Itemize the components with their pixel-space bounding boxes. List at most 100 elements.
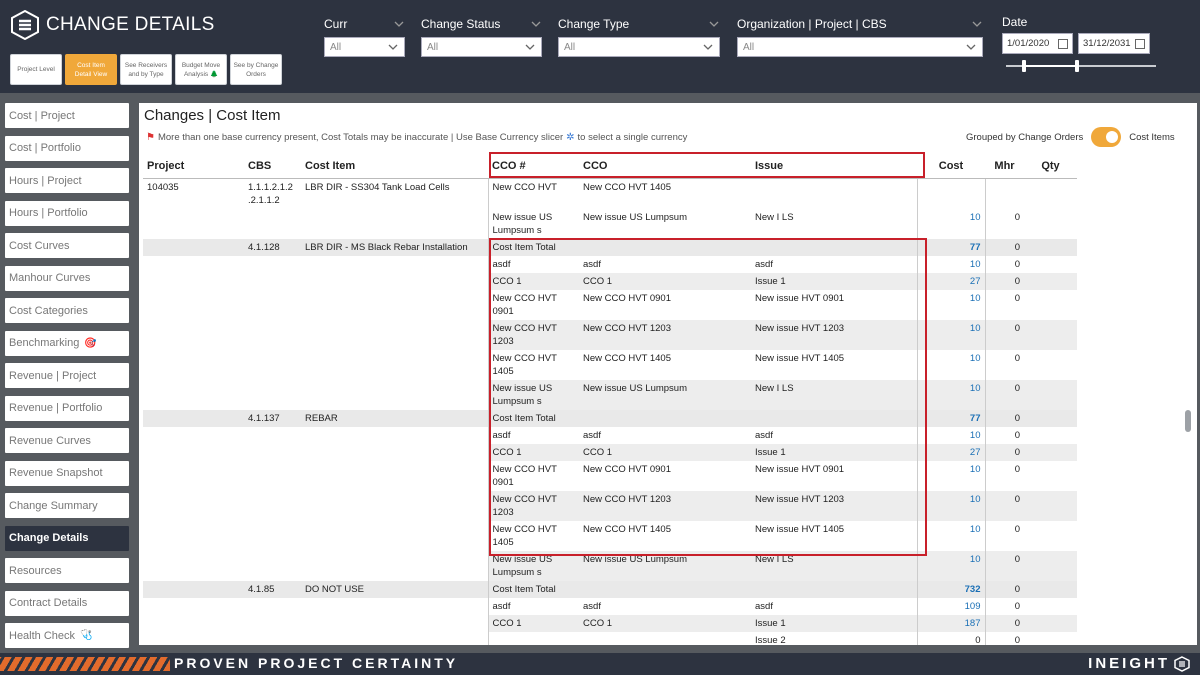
sidebar-item-label: Change Details <box>9 532 89 544</box>
toggle-knob <box>1106 131 1119 143</box>
sidebar-item-label: Cost | Project <box>9 109 75 122</box>
cell-mhr: 0 <box>1014 600 1020 612</box>
cell-project <box>143 350 244 380</box>
chevron-down-icon[interactable] <box>708 18 720 30</box>
sidebar-item-hours-project[interactable]: Hours | Project <box>5 168 129 193</box>
sidebar-item-resources[interactable]: Resources <box>5 558 129 583</box>
sidebar-item-change-details[interactable]: Change Details <box>5 525 129 551</box>
cell-cost-item <box>301 597 489 615</box>
cell-qty <box>1024 443 1077 461</box>
project-level-button[interactable]: Project Level <box>10 54 62 85</box>
col-header-cost-item[interactable]: Cost Item <box>301 155 488 179</box>
change-type-label: Change Type <box>558 17 630 31</box>
end-date-input[interactable]: 31/12/2031 <box>1078 33 1150 54</box>
sidebar-item-hours-portfolio[interactable]: Hours | Portfolio <box>5 200 129 226</box>
cost-item-detail-view-button[interactable]: Cost Item Detail View <box>65 54 117 85</box>
cell-cco-number: CCO 1 <box>488 614 579 632</box>
cell-cost[interactable]: 732 <box>917 580 986 598</box>
start-date-input[interactable]: 1/01/2020 <box>1002 33 1073 54</box>
cell-mhr: 0 <box>1014 523 1020 535</box>
sidebar-item-revenue-portfolio[interactable]: Revenue | Portfolio <box>5 395 129 421</box>
col-header-project[interactable]: Project <box>143 155 244 179</box>
organization-dropdown[interactable]: All <box>737 37 983 57</box>
cell-project <box>143 380 244 410</box>
table-row: CCO 1 CCO 1 Issue 1 187 0 <box>143 614 1077 632</box>
date-slider-start-handle[interactable] <box>1022 60 1026 72</box>
sidebar-item-contract-details[interactable]: Contract Details <box>5 590 129 616</box>
sidebar-item-revenue-project[interactable]: Revenue | Project <box>5 363 129 388</box>
sidebar-item-label: Cost | Portfolio <box>9 142 81 154</box>
toggle-left-label: Grouped by Change Orders <box>966 131 1084 143</box>
scrollbar-thumb[interactable] <box>1185 410 1191 432</box>
ineight-logo-icon <box>11 10 39 40</box>
stethoscope-icon: 🩺 <box>80 630 93 641</box>
target-icon: 🎯 <box>84 337 97 349</box>
sidebar-item-revenue-snapshot[interactable]: Revenue Snapshot <box>5 460 129 486</box>
table-row: New issue US Lumpsum s New issue US Lumps… <box>143 208 1077 239</box>
col-header-cost[interactable]: Cost <box>917 155 985 179</box>
sidebar-item-revenue-curves[interactable]: Revenue Curves <box>5 428 129 453</box>
see-receivers-button[interactable]: See Receivers and by Type <box>120 54 172 85</box>
cell-cost[interactable]: 10 <box>917 550 986 581</box>
cell-cost[interactable]: 109 <box>917 597 986 615</box>
slicer-icon: ✲ <box>566 132 575 143</box>
cell-cost[interactable]: 10 <box>917 255 986 273</box>
organization-slicer: Organization | Project | CBS All <box>737 14 983 57</box>
sidebar-item-cost-portfolio[interactable]: Cost | Portfolio <box>5 135 129 161</box>
chevron-down-icon[interactable] <box>530 18 542 30</box>
cell-qty <box>1024 521 1077 551</box>
sidebar-item-label: Hours | Portfolio <box>9 207 88 219</box>
calendar-icon[interactable] <box>1135 38 1145 49</box>
chevron-down-icon[interactable] <box>393 18 405 30</box>
col-header-qty[interactable]: Qty <box>1024 155 1077 179</box>
cell-cost[interactable]: 10 <box>917 208 986 239</box>
sidebar-item-cost-project[interactable]: Cost | Project <box>5 103 129 128</box>
cell-project <box>143 238 244 256</box>
cell-cost[interactable]: 27 <box>917 272 986 290</box>
curr-slicer-label: Curr <box>324 17 348 31</box>
chevron-down-icon[interactable] <box>971 18 983 30</box>
sidebar-item-manhour-curves[interactable]: Manhour Curves <box>5 265 129 291</box>
sidebar-item-label: Contract Details <box>9 597 88 609</box>
sidebar-item-cost-categories[interactable]: Cost Categories <box>5 298 129 323</box>
chevron-down-icon <box>388 44 398 50</box>
cell-cost[interactable]: 10 <box>917 520 986 551</box>
cell-cost-item <box>301 426 489 444</box>
warning-text-b: to select a single currency <box>577 132 688 143</box>
grouping-toggle[interactable] <box>1091 127 1122 147</box>
cell-cost[interactable]: 10 <box>917 490 986 521</box>
cell-cost-item <box>301 460 489 491</box>
cell-cost[interactable]: 10 <box>917 379 986 410</box>
col-header-mhr[interactable]: Mhr <box>985 155 1024 179</box>
sidebar-item-label: Revenue Curves <box>9 434 91 447</box>
cell-cost[interactable]: 77 <box>917 409 986 427</box>
cell-cost[interactable]: 77 <box>917 238 986 256</box>
cell-qty <box>1024 614 1077 632</box>
cell-cost[interactable]: 10 <box>917 319 986 350</box>
cell-cost-item <box>301 614 489 632</box>
sidebar-item-health-check[interactable]: Health Check 🩺 <box>5 623 129 648</box>
calendar-icon[interactable] <box>1058 38 1068 49</box>
cell-cost[interactable]: 10 <box>917 460 986 491</box>
cell-cost[interactable]: 187 <box>917 614 986 632</box>
cell-cost[interactable]: 10 <box>917 289 986 320</box>
cell-project <box>143 256 244 273</box>
cell-cost[interactable]: 10 <box>917 426 986 444</box>
col-header-cbs[interactable]: CBS <box>244 155 301 179</box>
sidebar-item-label: Cost Curves <box>9 239 70 252</box>
curr-dropdown[interactable]: All <box>324 37 405 57</box>
sidebar-item-change-summary[interactable]: Change Summary <box>5 493 129 518</box>
budget-move-analysis-button[interactable]: Budget Move Analysis 🌲 <box>175 54 227 85</box>
cell-cost[interactable]: 10 <box>917 349 986 380</box>
date-slider-end-handle[interactable] <box>1075 60 1079 72</box>
change-status-dropdown[interactable]: All <box>421 37 542 57</box>
change-type-dropdown[interactable]: All <box>558 37 720 57</box>
see-by-change-orders-button[interactable]: See by Change Orders <box>230 54 282 85</box>
sidebar-item-benchmarking[interactable]: Benchmarking 🎯 <box>5 330 129 356</box>
change-status-value: All <box>427 41 439 53</box>
sidebar-item-cost-curves[interactable]: Cost Curves <box>5 233 129 258</box>
cell-cbs <box>244 615 301 632</box>
cell-cost-item: LBR DIR - SS304 Tank Load Cells <box>301 178 489 209</box>
cell-cost[interactable]: 27 <box>917 443 986 461</box>
cell-cost[interactable]: 0 <box>917 631 986 645</box>
